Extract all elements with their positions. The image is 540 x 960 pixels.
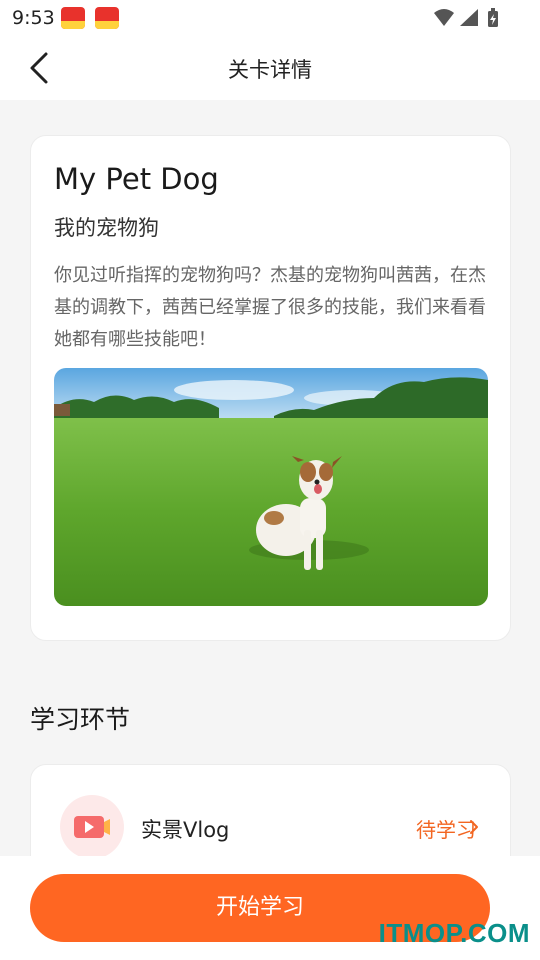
status-icons — [434, 8, 498, 27]
chevron-right-icon — [470, 820, 478, 834]
bottom-action-bar: 开始学习 ITMOP.COM — [0, 856, 540, 960]
page-title: 关卡详情 — [228, 58, 312, 82]
signal-icon — [460, 9, 478, 26]
watermark-text: ITMOP.COM — [378, 918, 530, 948]
lesson-image — [54, 368, 488, 606]
lesson-description: 你见过听指挥的宠物狗吗？杰基的宠物狗叫茜茜，在杰基的调教下，茜茜已经掌握了很多的… — [54, 265, 486, 350]
lesson-title-en: My Pet Dog — [54, 162, 219, 196]
step-status-link[interactable]: 待学习 — [416, 814, 476, 843]
lesson-title-cn: 我的宠物狗 — [54, 216, 159, 240]
step-label: 实景Vlog — [141, 818, 230, 842]
nav-bar: 关卡详情 — [0, 36, 540, 100]
app-badge-icon — [61, 7, 85, 29]
app-badge-icon — [95, 7, 119, 29]
battery-icon — [488, 8, 498, 27]
lesson-card: My Pet Dog 我的宠物狗 你见过听指挥的宠物狗吗？杰基的宠物狗叫茜茜，在… — [30, 135, 511, 641]
status-bar: 9:53 — [0, 0, 540, 36]
step-icon-badge — [60, 795, 124, 859]
status-time: 9:53 — [12, 7, 55, 29]
section-heading: 学习环节 — [30, 705, 131, 734]
video-play-icon — [74, 816, 110, 838]
wifi-icon — [434, 9, 454, 26]
dog-sitting-on-grass-photo — [54, 368, 488, 606]
